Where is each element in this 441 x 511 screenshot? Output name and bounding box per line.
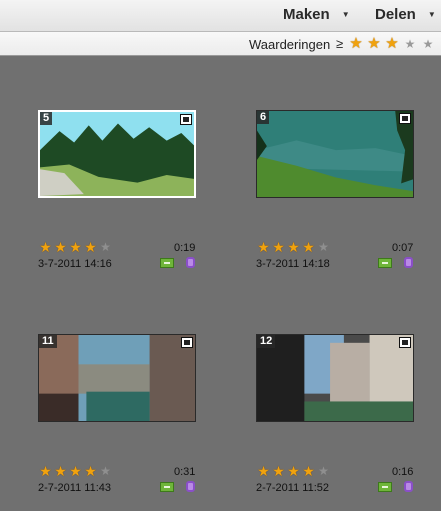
video-badge-icon[interactable] xyxy=(378,482,392,492)
star-rating[interactable]: ★ ★ ★ ★ ★ xyxy=(38,240,113,254)
item-date: 3-7-2011 14:16 xyxy=(38,258,112,270)
video-duration: 0:07 xyxy=(392,242,414,254)
star-rating[interactable]: ★ ★ ★ ★ ★ xyxy=(256,464,331,478)
delen-label: Delen xyxy=(375,6,416,23)
video-duration: 0:19 xyxy=(174,242,196,254)
star-filled-icon[interactable]: ★ xyxy=(68,240,83,254)
tag-badge-icon[interactable] xyxy=(186,481,195,492)
star-filled-icon[interactable]: ★ xyxy=(271,464,286,478)
tag-badge-icon[interactable] xyxy=(404,257,413,268)
video-badge-icon[interactable] xyxy=(160,258,174,268)
media-tile[interactable]: 11 ★ ★ ★ ★ ★ 0:31 2-7-2011 11:43 xyxy=(38,334,238,494)
maken-label: Maken xyxy=(283,6,330,23)
video-thumbnail[interactable]: 6 xyxy=(256,110,414,198)
item-date: 2-7-2011 11:52 xyxy=(256,482,329,494)
item-index: 5 xyxy=(40,112,53,125)
star-filled-icon[interactable]: ★ xyxy=(38,240,53,254)
media-tile[interactable]: 6 ★ ★ ★ ★ ★ 0:07 3-7-2011 14:18 xyxy=(256,110,441,270)
film-icon xyxy=(399,337,411,348)
video-thumbnail[interactable]: 5 xyxy=(38,110,196,198)
item-date: 2-7-2011 11:43 xyxy=(38,482,111,494)
item-index: 11 xyxy=(39,335,57,348)
video-duration: 0:31 xyxy=(174,466,196,478)
ratings-label: Waarderingen xyxy=(249,37,331,52)
media-tile[interactable]: 5 ★ ★ ★ ★ ★ 0:19 3-7-2011 14:16 xyxy=(38,110,238,270)
film-icon xyxy=(399,113,411,124)
star-filled-icon[interactable]: ★ xyxy=(53,464,68,478)
chevron-down-icon: ▼ xyxy=(341,10,350,19)
rating-operator[interactable]: ≥ xyxy=(336,36,343,51)
star-filled-icon[interactable]: ★ xyxy=(53,240,68,254)
star-filled-icon[interactable]: ★ xyxy=(286,464,301,478)
star-filled-icon[interactable]: ★ xyxy=(83,240,98,254)
star-filled-icon[interactable]: ★ xyxy=(286,240,301,254)
star-filled-icon[interactable]: ★ xyxy=(271,240,286,254)
video-thumbnail[interactable]: 11 xyxy=(38,334,196,422)
star-filled-icon[interactable]: ★ xyxy=(256,464,271,478)
chevron-down-icon: ▼ xyxy=(427,10,436,19)
video-badge-icon[interactable] xyxy=(378,258,392,268)
star-filled-icon[interactable]: ★ xyxy=(383,36,401,52)
delen-menu[interactable]: Delen ▼ xyxy=(375,6,436,23)
tag-badge-icon[interactable] xyxy=(186,257,195,268)
star-empty-icon[interactable]: ★ xyxy=(316,240,331,254)
tag-badge-icon[interactable] xyxy=(404,481,413,492)
video-thumbnail[interactable]: 12 xyxy=(256,334,414,422)
video-badge-icon[interactable] xyxy=(160,482,174,492)
star-empty-icon[interactable]: ★ xyxy=(419,36,437,52)
star-filled-icon[interactable]: ★ xyxy=(68,464,83,478)
star-filled-icon[interactable]: ★ xyxy=(301,464,316,478)
rating-filter-bar: Waarderingen ≥ ★ ★ ★ ★ ★ xyxy=(0,32,441,56)
star-filled-icon[interactable]: ★ xyxy=(347,36,365,52)
star-rating[interactable]: ★ ★ ★ ★ ★ xyxy=(38,464,113,478)
star-filled-icon[interactable]: ★ xyxy=(83,464,98,478)
star-filled-icon[interactable]: ★ xyxy=(301,240,316,254)
star-filled-icon[interactable]: ★ xyxy=(256,240,271,254)
item-date: 3-7-2011 14:18 xyxy=(256,258,330,270)
star-filled-icon[interactable]: ★ xyxy=(38,464,53,478)
film-icon xyxy=(181,337,193,348)
item-index: 6 xyxy=(257,111,270,124)
video-duration: 0:16 xyxy=(392,466,414,478)
star-empty-icon[interactable]: ★ xyxy=(401,36,419,52)
item-index: 12 xyxy=(257,335,276,348)
star-empty-icon[interactable]: ★ xyxy=(98,240,113,254)
film-icon xyxy=(180,114,192,125)
star-filled-icon[interactable]: ★ xyxy=(365,36,383,52)
maken-menu[interactable]: Maken ▼ xyxy=(283,6,350,23)
top-menu-bar: Maken ▼ Delen ▼ xyxy=(0,0,441,32)
star-rating[interactable]: ★ ★ ★ ★ ★ xyxy=(256,240,331,254)
star-empty-icon[interactable]: ★ xyxy=(316,464,331,478)
media-tile[interactable]: 12 ★ ★ ★ ★ ★ 0:16 2-7-2011 11:52 xyxy=(256,334,441,494)
star-empty-icon[interactable]: ★ xyxy=(98,464,113,478)
filter-star-rating[interactable]: ★ ★ ★ ★ ★ xyxy=(347,36,437,52)
